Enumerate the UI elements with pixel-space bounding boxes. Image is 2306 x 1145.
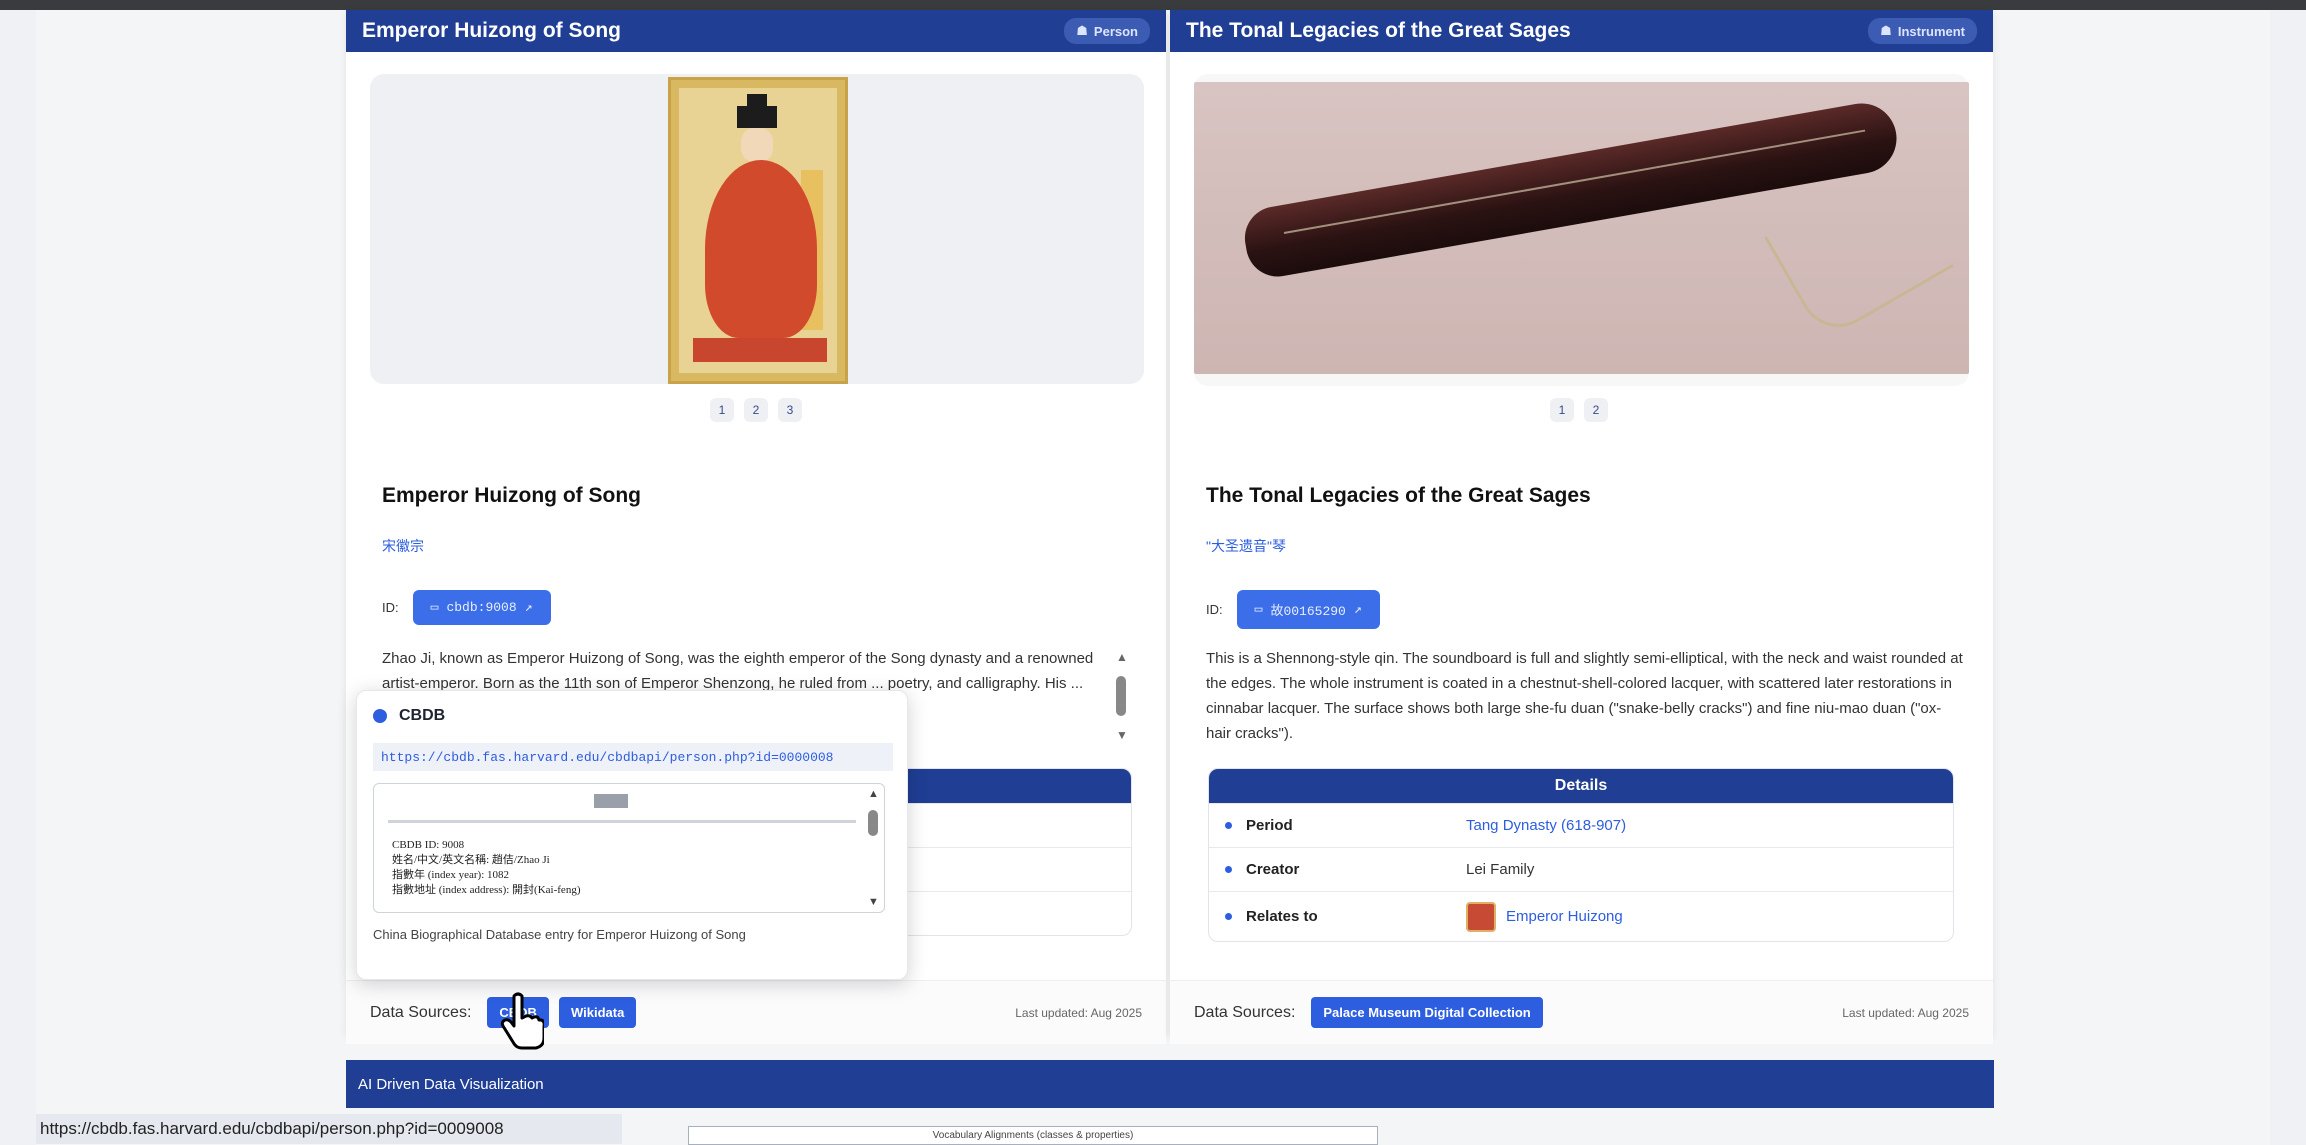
details-heading: Details bbox=[1209, 769, 1953, 803]
card-footer: Data Sources: CBDB Wikidata Last updated… bbox=[346, 980, 1166, 1044]
bullet-icon bbox=[1225, 822, 1232, 829]
pager-item[interactable]: 1 bbox=[1550, 398, 1574, 422]
visualization-preview[interactable]: Vocabulary Alignments (classes & propert… bbox=[688, 1126, 1378, 1145]
entity-title: The Tonal Legacies of the Great Sages bbox=[1206, 484, 1591, 507]
hand-cursor-icon bbox=[500, 992, 544, 1050]
popover-title: CBDB bbox=[399, 707, 446, 724]
section-header-visualization: AI Driven Data Visualization bbox=[346, 1060, 1994, 1108]
pager-item[interactable]: 1 bbox=[710, 398, 734, 422]
card-header-title: The Tonal Legacies of the Great Sages bbox=[1186, 19, 1571, 42]
data-sources-label: Data Sources: bbox=[1194, 1003, 1296, 1021]
portrait-image bbox=[668, 77, 848, 384]
id-card-icon: ▭ bbox=[430, 600, 439, 615]
person-icon: ☗ bbox=[1076, 23, 1088, 38]
preview-content: CBDB ID: 9008 姓名/中文/英文名稱: 趙佶/Zhao Ji 指數年… bbox=[392, 838, 580, 898]
bullet-icon bbox=[1225, 866, 1232, 873]
scroll-up-arrow[interactable]: ▲ bbox=[1116, 650, 1128, 664]
id-label: ID: bbox=[382, 600, 399, 615]
detail-value: Lei Family bbox=[1466, 861, 1535, 878]
entity-title: Emperor Huizong of Song bbox=[382, 484, 641, 507]
id-chip[interactable]: ▭ cbdb:9008 ↗ bbox=[412, 590, 551, 625]
card-header: The Tonal Legacies of the Great Sages ☗ … bbox=[1170, 10, 1993, 52]
entity-chinese-name[interactable]: 宋徽宗 bbox=[382, 536, 424, 556]
scrollbar-thumb[interactable] bbox=[1116, 676, 1126, 716]
id-value: cbdb:9008 bbox=[446, 600, 517, 615]
carousel-pager: 1 2 bbox=[1550, 398, 1608, 422]
detail-value-link[interactable]: Tang Dynasty (618-907) bbox=[1466, 817, 1626, 834]
description-text: This is a Shennong-style qin. The soundb… bbox=[1206, 650, 1963, 742]
popover-caption: China Biographical Database entry for Em… bbox=[373, 927, 746, 942]
preview-divider bbox=[388, 820, 856, 823]
preview-line: 姓名/中文/英文名稱: 趙佶/Zhao Ji bbox=[392, 854, 550, 866]
popover-header: CBDB bbox=[373, 707, 445, 725]
frame-scroll-down-arrow[interactable]: ▼ bbox=[868, 896, 879, 908]
card-header: Emperor Huizong of Song ☗ Person bbox=[346, 10, 1166, 52]
id-value: 故00165290 bbox=[1270, 604, 1346, 619]
preview-line: 指數地址 (index address): 開封(Kai-feng) bbox=[392, 884, 581, 896]
scroll-down-arrow[interactable]: ▼ bbox=[1116, 728, 1128, 742]
id-card-icon: ▭ bbox=[1254, 602, 1263, 617]
source-button-wikidata[interactable]: Wikidata bbox=[558, 997, 637, 1028]
carousel-pager: 1 2 3 bbox=[710, 398, 802, 422]
qin-image bbox=[1194, 82, 1969, 374]
type-badge-label: Person bbox=[1093, 23, 1138, 39]
related-entity-name: Emperor Huizong bbox=[1506, 908, 1623, 925]
status-dot-icon bbox=[373, 709, 387, 723]
detail-row-relates: Relates to Emperor Huizong bbox=[1209, 891, 1953, 941]
type-badge: ☗ Person bbox=[1064, 18, 1150, 44]
id-label: ID: bbox=[1206, 602, 1223, 617]
bullet-icon bbox=[1225, 913, 1232, 920]
data-sources-label: Data Sources: bbox=[370, 1003, 472, 1021]
card-footer: Data Sources: Palace Museum Digital Coll… bbox=[1170, 980, 1993, 1044]
detail-row-creator: Creator Lei Family bbox=[1209, 847, 1953, 891]
related-entity-link[interactable]: Emperor Huizong bbox=[1466, 901, 1623, 932]
last-updated: Last updated: Aug 2025 bbox=[1015, 1005, 1142, 1020]
frame-scroll-up-arrow[interactable]: ▲ bbox=[868, 788, 879, 800]
detail-key: Creator bbox=[1246, 861, 1300, 878]
details-table: Details Period Tang Dynasty (618-907) Cr… bbox=[1208, 768, 1954, 942]
detail-row-period: Period Tang Dynasty (618-907) bbox=[1209, 803, 1953, 847]
related-thumbnail bbox=[1466, 901, 1496, 932]
type-badge-label: Instrument bbox=[1897, 23, 1965, 39]
detail-key: Period bbox=[1246, 817, 1293, 834]
preview-line: 指數年 (index year): 1082 bbox=[392, 869, 509, 881]
pager-item[interactable]: 3 bbox=[778, 398, 802, 422]
id-row: ID: ▭ cbdb:9008 ↗ bbox=[382, 590, 551, 625]
card-header-title: Emperor Huizong of Song bbox=[362, 19, 621, 42]
status-bar-url: https://cbdb.fas.harvard.edu/cbdbapi/per… bbox=[36, 1114, 622, 1144]
instrument-icon: ☗ bbox=[1880, 23, 1892, 38]
external-link-icon: ↗ bbox=[524, 600, 533, 615]
frame-scrollbar-thumb[interactable] bbox=[868, 810, 878, 836]
id-row: ID: ▭ 故00165290 ↗ bbox=[1206, 590, 1380, 629]
source-preview-popover: CBDB https://cbdb.fas.harvard.edu/cbdbap… bbox=[356, 690, 908, 980]
external-link-icon: ↗ bbox=[1353, 602, 1362, 617]
last-updated: Last updated: Aug 2025 bbox=[1842, 1005, 1969, 1020]
entity-chinese-name[interactable]: "大圣遗音"琴 bbox=[1206, 536, 1286, 556]
pager-item[interactable]: 2 bbox=[744, 398, 768, 422]
preview-title-bar bbox=[594, 794, 628, 808]
instrument-card: The Tonal Legacies of the Great Sages ☗ … bbox=[1170, 10, 1993, 1044]
popover-url[interactable]: https://cbdb.fas.harvard.edu/cbdbapi/per… bbox=[373, 743, 893, 771]
image-carousel[interactable] bbox=[370, 74, 1144, 384]
id-chip[interactable]: ▭ 故00165290 ↗ bbox=[1236, 590, 1380, 629]
browser-top-bar bbox=[0, 0, 2306, 10]
preview-frame[interactable]: CBDB ID: 9008 姓名/中文/英文名稱: 趙佶/Zhao Ji 指數年… bbox=[373, 783, 885, 913]
type-badge: ☗ Instrument bbox=[1868, 18, 1977, 44]
visualization-preview-title: Vocabulary Alignments (classes & propert… bbox=[932, 1130, 1134, 1141]
detail-key: Relates to bbox=[1246, 908, 1318, 925]
preview-line: CBDB ID: 9008 bbox=[392, 839, 465, 851]
pager-item[interactable]: 2 bbox=[1584, 398, 1608, 422]
source-button-palace-museum[interactable]: Palace Museum Digital Collection bbox=[1311, 997, 1543, 1028]
image-carousel[interactable] bbox=[1194, 74, 1969, 386]
